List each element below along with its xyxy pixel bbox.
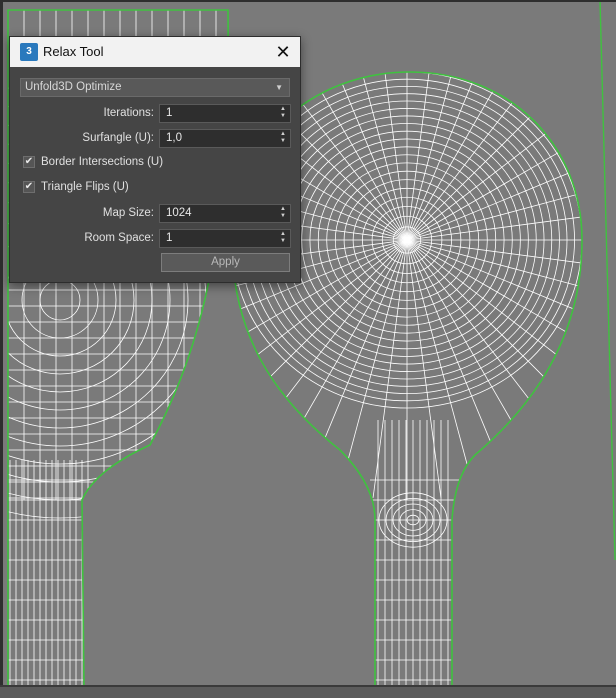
dialog-title: Relax Tool	[43, 44, 104, 59]
mesh-spoke	[406, 109, 582, 241]
mesh-spoke	[406, 72, 582, 241]
spinner-arrows-icon[interactable]: ▲ ▼	[280, 106, 287, 120]
mesh-spoke	[406, 239, 582, 275]
surfangle-value: 1,0	[166, 132, 182, 144]
spinner-arrows-icon[interactable]: ▲ ▼	[280, 131, 287, 145]
map-size-spinner[interactable]: 1024 ▲ ▼	[159, 204, 291, 223]
iterations-label: Iterations:	[103, 107, 155, 119]
mesh-spoke	[372, 72, 408, 241]
close-icon[interactable]: ✕	[272, 41, 294, 63]
3dsmax-app-icon: 3	[20, 43, 38, 61]
mesh-spoke	[406, 72, 538, 241]
dialog-body: Unfold3D Optimize ▼ Iterations: 1 ▲ ▼ Sur…	[10, 67, 300, 282]
surfangle-label: Surfangle (U):	[82, 132, 154, 144]
map-size-value: 1024	[166, 207, 192, 219]
mesh-ring	[39, 279, 81, 321]
iterations-spinner[interactable]: 1 ▲ ▼	[159, 104, 291, 123]
mesh-spoke	[406, 72, 442, 241]
spinner-arrows-icon[interactable]: ▲ ▼	[280, 231, 287, 245]
mesh-spoke	[406, 205, 582, 241]
triangle-flips-label: Triangle Flips (U)	[41, 181, 129, 193]
surfangle-row: Surfangle (U): 1,0 ▲ ▼	[10, 129, 300, 149]
mesh-spoke	[406, 239, 582, 371]
room-space-value: 1	[166, 232, 173, 244]
map-size-label: Map Size:	[102, 207, 154, 219]
room-space-row: Room Space: 1 ▲ ▼	[10, 229, 300, 249]
mesh-spoke	[307, 72, 408, 241]
chevron-down-icon: ▼	[275, 83, 283, 92]
room-space-label: Room Space:	[84, 232, 154, 244]
spinner-arrows-icon[interactable]: ▲ ▼	[280, 206, 287, 220]
room-space-spinner[interactable]: 1 ▲ ▼	[159, 229, 291, 248]
dialog-titlebar[interactable]: 3 Relax Tool ✕	[10, 37, 300, 67]
checkbox-checked-icon[interactable]: ✔	[23, 181, 35, 193]
mesh-spoke	[406, 72, 507, 241]
relax-method-value: Unfold3D Optimize	[25, 81, 122, 93]
relax-tool-dialog: 3 Relax Tool ✕ Unfold3D Optimize ▼ Itera…	[9, 36, 301, 283]
mesh-spoke	[339, 239, 408, 492]
mesh-spoke	[406, 239, 507, 481]
checkbox-checked-icon[interactable]: ✔	[23, 156, 35, 168]
iterations-row: Iterations: 1 ▲ ▼	[10, 104, 300, 124]
iterations-value: 1	[166, 107, 173, 119]
map-size-row: Map Size: 1024 ▲ ▼	[10, 204, 300, 224]
apply-button[interactable]: Apply	[161, 253, 290, 272]
relax-method-dropdown[interactable]: Unfold3D Optimize ▼	[20, 78, 290, 97]
mesh-spoke	[406, 239, 582, 425]
surfangle-spinner[interactable]: 1,0 ▲ ▼	[159, 129, 291, 148]
border-intersections-label: Border Intersections (U)	[41, 156, 164, 168]
mesh-spoke	[406, 239, 538, 466]
